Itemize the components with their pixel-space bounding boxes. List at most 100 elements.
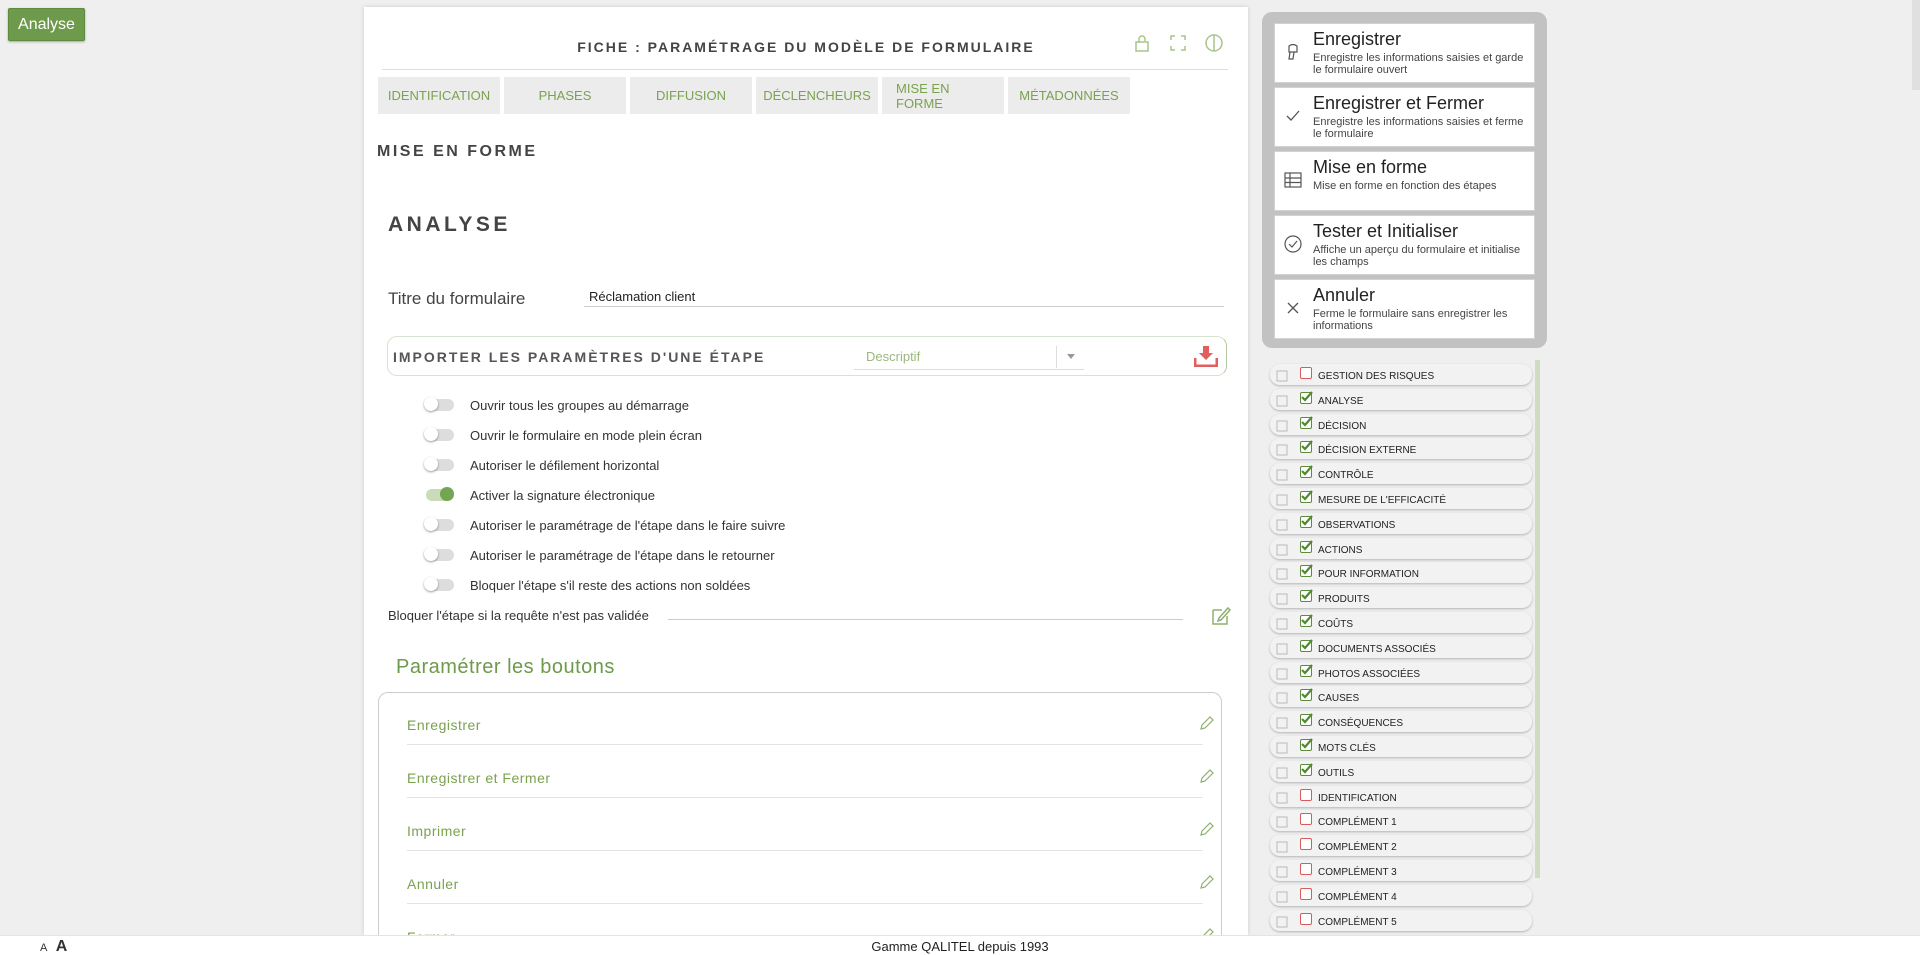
action-title: Annuler — [1313, 285, 1376, 305]
tab-identification[interactable]: IDENTIFICATION — [378, 77, 500, 114]
toggle-switch[interactable] — [424, 457, 454, 471]
mise-en-forme-button[interactable]: Mise en forme Mise en forme en fonction … — [1274, 151, 1535, 211]
step-label: Complément 2 — [1318, 842, 1397, 854]
pencil-icon[interactable] — [1199, 821, 1215, 837]
action-title: Enregistrer et Fermer — [1313, 93, 1485, 113]
form-title: FICHE : PARAMÉTRAGE DU MODÈLE DE FORMULA… — [577, 39, 1035, 55]
tab-mise-en-forme[interactable]: MISE EN FORME — [882, 77, 1004, 114]
pencil-icon[interactable] — [1199, 874, 1215, 890]
step-checkbox[interactable] — [1300, 912, 1312, 925]
step-item: Documents associés — [1270, 636, 1532, 658]
option-label: Autoriser le paramétrage de l'étape dans… — [470, 517, 786, 533]
lock-icon[interactable] — [1132, 33, 1152, 53]
step-checkbox[interactable] — [1300, 738, 1313, 751]
pencil-icon[interactable] — [1199, 715, 1215, 731]
titre-input[interactable]: Réclamation client — [584, 283, 1224, 307]
toggle-switch[interactable] — [424, 397, 454, 411]
step-icon — [1276, 419, 1288, 432]
step-icon — [1276, 369, 1288, 382]
buttons-list: Enregistrer Enregistrer et Fermer Imprim… — [378, 692, 1222, 935]
toggle-switch[interactable] — [424, 517, 454, 531]
step-checkbox[interactable] — [1300, 415, 1313, 429]
block-validation-field[interactable] — [668, 619, 1183, 620]
step-icon — [1276, 642, 1288, 655]
step-checkbox[interactable] — [1300, 863, 1312, 875]
step-checkbox[interactable] — [1300, 763, 1313, 776]
step-checkbox[interactable] — [1300, 465, 1313, 479]
tab-metadonnees[interactable]: MÉTADONNÉES — [1008, 77, 1130, 114]
step-icon — [1276, 766, 1288, 779]
enregistrer-fermer-button[interactable]: Enregistrer et Fermer Enregistre les inf… — [1274, 87, 1535, 147]
step-checkbox[interactable] — [1300, 713, 1313, 727]
step-icon — [1276, 443, 1288, 456]
tab-phases[interactable]: PHASES — [504, 77, 626, 114]
step-checkbox[interactable] — [1300, 813, 1312, 826]
step-label: Produits — [1318, 594, 1370, 606]
step-item: Outils — [1270, 760, 1532, 782]
pencil-icon[interactable] — [1199, 768, 1215, 784]
tab-declencheurs[interactable]: DÉCLENCHEURS — [756, 77, 878, 114]
table-icon — [1283, 170, 1303, 190]
chevron-down-icon[interactable] — [1056, 346, 1084, 368]
step-icon — [1276, 592, 1288, 605]
step-checkbox[interactable] — [1300, 490, 1313, 503]
step-checkbox[interactable] — [1300, 788, 1312, 801]
annuler-button[interactable]: Annuler Ferme le formulaire sans enregis… — [1274, 279, 1535, 339]
analyse-button[interactable]: Analyse — [8, 8, 85, 41]
action-description: Enregistre les informations saisies et g… — [1313, 52, 1524, 76]
step-checkbox[interactable] — [1300, 539, 1313, 553]
step-checkbox[interactable] — [1300, 564, 1313, 578]
import-step-select[interactable]: Descriptif — [854, 344, 1084, 370]
toggle-switch[interactable] — [424, 547, 454, 561]
edit-icon[interactable] — [1210, 605, 1232, 627]
contrast-icon[interactable] — [1204, 33, 1224, 53]
action-description: Ferme le formulaire sans enregistrer les… — [1313, 308, 1508, 332]
step-icon — [1276, 815, 1288, 828]
toggle-switch[interactable] — [424, 427, 454, 441]
action-description: Mise en forme en fonction des étapes — [1313, 180, 1497, 192]
step-checkbox[interactable] — [1300, 838, 1312, 851]
step-checkbox[interactable] — [1300, 688, 1313, 702]
step-checkbox[interactable] — [1300, 391, 1313, 404]
check-icon — [1283, 106, 1303, 126]
tester-initialiser-button[interactable]: Tester et Initialiser Affiche un aperçu … — [1274, 215, 1535, 275]
toggle-switch[interactable] — [424, 577, 454, 591]
step-icon — [1276, 394, 1288, 407]
fullscreen-icon[interactable] — [1168, 33, 1188, 53]
button-config-row: Enregistrer et Fermer — [407, 746, 1214, 798]
action-title: Tester et Initialiser — [1313, 221, 1459, 241]
page-scrollbar[interactable] — [1912, 0, 1920, 90]
download-icon[interactable] — [1193, 345, 1219, 368]
step-label: Causes — [1318, 693, 1360, 705]
button-config-row: Imprimer — [407, 799, 1214, 851]
step-checkbox[interactable] — [1300, 367, 1312, 379]
step-icon — [1276, 791, 1288, 804]
tab-diffusion[interactable]: DIFFUSION — [630, 77, 752, 114]
enregistrer-button[interactable]: Enregistrer Enregistre les informations … — [1274, 23, 1535, 83]
step-checkbox[interactable] — [1300, 515, 1313, 528]
step-icon — [1276, 468, 1288, 481]
step-item: Pour information — [1270, 562, 1532, 584]
step-item: Décision externe — [1270, 438, 1532, 460]
toggle-switch[interactable] — [426, 487, 454, 501]
step-checkbox[interactable] — [1300, 639, 1313, 652]
step-checkbox[interactable] — [1300, 887, 1312, 900]
step-checkbox[interactable] — [1300, 663, 1313, 677]
action-description: Affiche un aperçu du formulaire et initi… — [1313, 244, 1521, 268]
button-config-label: Enregistrer — [407, 717, 481, 733]
step-checkbox[interactable] — [1300, 614, 1313, 627]
step-label: Complément 4 — [1318, 891, 1397, 903]
title-toolbar — [1132, 33, 1224, 53]
step-checkbox[interactable] — [1300, 589, 1313, 603]
step-label: Actions — [1318, 544, 1363, 556]
step-checkbox[interactable] — [1300, 440, 1313, 454]
step-item: Mots clés — [1270, 736, 1532, 757]
step-item: Complément 2 — [1270, 835, 1532, 857]
step-icon — [1276, 865, 1288, 878]
block-validation-label: Bloquer l'étape si la requête n'est pas … — [388, 608, 649, 623]
pencil-icon[interactable] — [1199, 927, 1215, 935]
action-description: Enregistre les informations saisies et f… — [1313, 116, 1524, 140]
steps-scrollbar[interactable] — [1535, 360, 1540, 878]
button-config-row: Annuler — [407, 852, 1214, 904]
step-item: Complément 4 — [1270, 884, 1532, 906]
